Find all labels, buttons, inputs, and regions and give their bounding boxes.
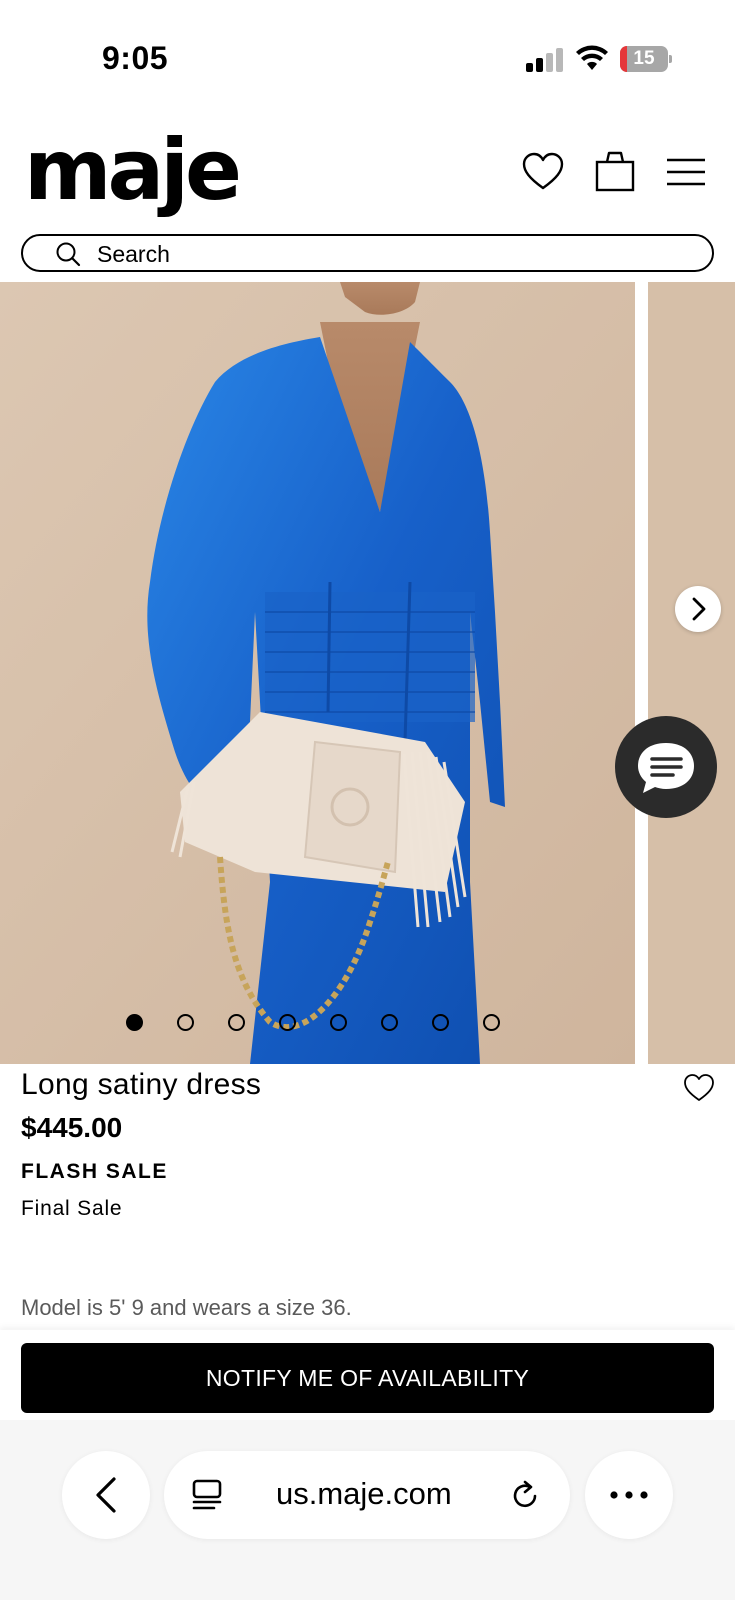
- flash-sale-badge: FLASH SALE: [21, 1160, 168, 1183]
- chevron-left-icon: [96, 1477, 116, 1513]
- more-icon: [610, 1491, 648, 1499]
- browser-more-button[interactable]: [585, 1451, 673, 1539]
- final-sale-note: Final Sale: [21, 1197, 123, 1220]
- model-size-info: Model is 5' 9 and wears a size 36.: [21, 1295, 352, 1320]
- notify-availability-button[interactable]: NOTIFY ME OF AVAILABILITY: [21, 1343, 714, 1413]
- carousel-next-button[interactable]: [675, 586, 721, 632]
- wifi-icon: [576, 45, 608, 70]
- chat-bubble-icon: [638, 743, 694, 793]
- carousel-dot[interactable]: [177, 1014, 194, 1031]
- wishlist-heart-icon[interactable]: [521, 150, 565, 194]
- browser-back-button[interactable]: [62, 1451, 150, 1539]
- carousel-pagination: [126, 1014, 526, 1034]
- search-icon: [56, 242, 81, 267]
- product-title: Long satiny dress: [21, 1068, 262, 1101]
- add-to-wishlist-heart-icon[interactable]: [683, 1072, 715, 1104]
- next-product-photo-peek[interactable]: [648, 282, 735, 1064]
- carousel-dot[interactable]: [228, 1014, 245, 1031]
- menu-icon[interactable]: [664, 150, 708, 194]
- battery-indicator: 15: [620, 46, 672, 72]
- chevron-right-icon: [692, 597, 706, 621]
- browser-address-bar[interactable]: us.maje.com: [164, 1451, 570, 1539]
- reload-icon[interactable]: [510, 1479, 542, 1511]
- carousel-dot[interactable]: [330, 1014, 347, 1031]
- carousel-dot[interactable]: [126, 1014, 143, 1031]
- search-bar[interactable]: [21, 234, 714, 272]
- tabs-icon[interactable]: [192, 1479, 222, 1511]
- shopping-bag-icon[interactable]: [593, 150, 637, 194]
- status-time: 9:05: [102, 40, 169, 76]
- carousel-dot[interactable]: [483, 1014, 500, 1031]
- product-image-gallery[interactable]: [0, 282, 735, 1064]
- carousel-dot[interactable]: [432, 1014, 449, 1031]
- status-bar: 9:05 15: [0, 0, 735, 110]
- chat-button[interactable]: [615, 716, 717, 818]
- cellular-signal-icon: [526, 48, 563, 72]
- battery-level: 15: [633, 48, 655, 69]
- browser-url[interactable]: us.maje.com: [276, 1476, 452, 1512]
- product-photo[interactable]: [0, 282, 635, 1064]
- carousel-dot[interactable]: [381, 1014, 398, 1031]
- brand-logo[interactable]: maje: [24, 124, 242, 216]
- search-input[interactable]: [97, 240, 677, 268]
- carousel-dot[interactable]: [279, 1014, 296, 1031]
- product-price: $445.00: [21, 1112, 123, 1143]
